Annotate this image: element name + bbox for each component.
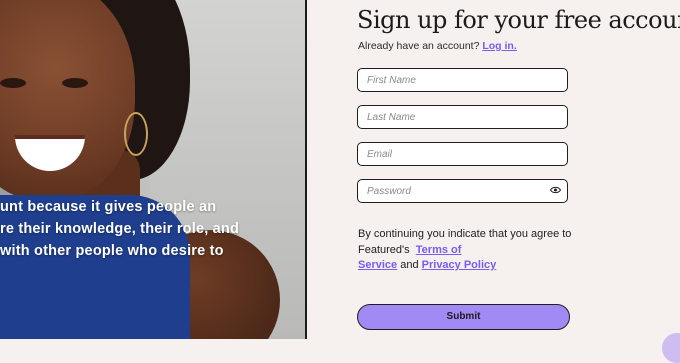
- show-password-icon[interactable]: [550, 186, 561, 194]
- terms-and: and: [400, 259, 419, 271]
- quote-line: unt because it gives people an: [0, 199, 217, 215]
- earring: [124, 112, 148, 156]
- right-eye: [62, 78, 88, 88]
- email-input[interactable]: [358, 143, 547, 165]
- testimonial-quote: unt because it gives people an re their …: [0, 196, 300, 262]
- last-name-field[interactable]: [357, 105, 568, 129]
- password-field[interactable]: [357, 179, 568, 203]
- hero-photo: unt because it gives people an re their …: [0, 0, 305, 339]
- quote-line: with other people who desire to: [0, 243, 224, 259]
- email-field[interactable]: [357, 142, 568, 166]
- panel-divider: [305, 0, 307, 339]
- terms-text: By continuing you indicate that you agre…: [358, 227, 588, 274]
- page-title: Sign up for your free account: [357, 6, 680, 34]
- password-input[interactable]: [358, 180, 547, 202]
- terms-of-service-link[interactable]: Terms of: [416, 244, 462, 256]
- privacy-policy-link[interactable]: Privacy Policy: [422, 259, 497, 271]
- first-name-input[interactable]: [358, 69, 547, 91]
- left-eye: [0, 78, 26, 88]
- chat-bubble-icon[interactable]: [662, 333, 680, 363]
- have-account-text: Already have an account?: [358, 40, 480, 52]
- first-name-field[interactable]: [357, 68, 568, 92]
- login-link[interactable]: Log in.: [482, 40, 516, 52]
- last-name-input[interactable]: [358, 106, 547, 128]
- submit-button[interactable]: Submit: [357, 304, 570, 330]
- terms-prefix: By continuing you indicate that you agre…: [358, 228, 572, 256]
- have-account-line: Already have an account? Log in.: [358, 40, 517, 52]
- quote-line: re their knowledge, their role, and: [0, 221, 240, 237]
- terms-of-service-link-cont[interactable]: Service: [358, 259, 397, 271]
